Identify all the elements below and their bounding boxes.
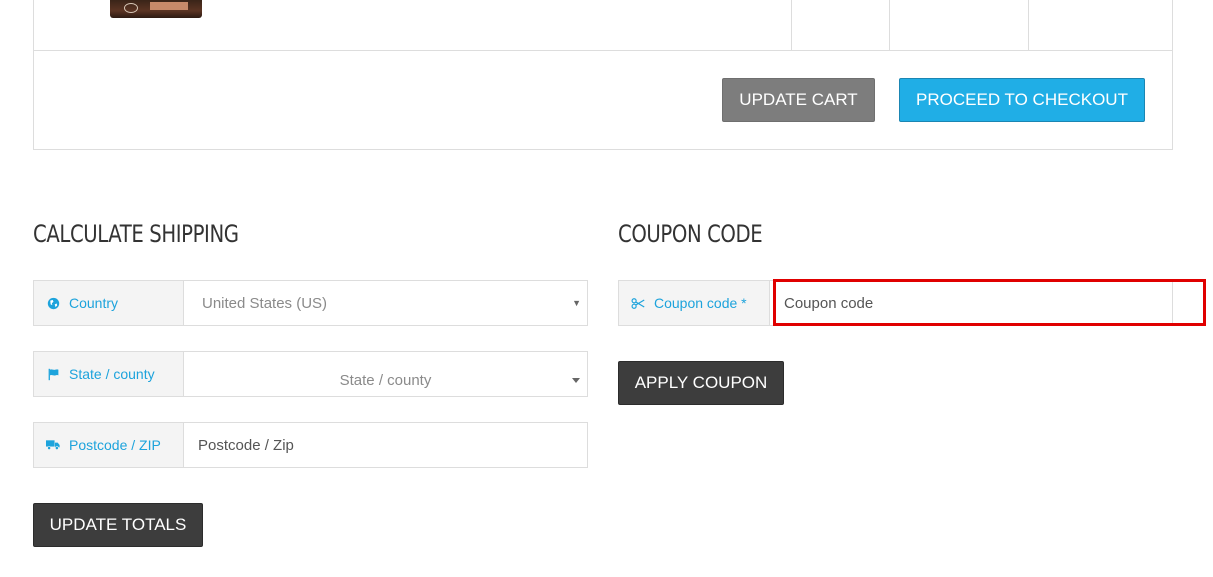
truck-icon [46, 438, 60, 452]
product-label-band [150, 2, 188, 10]
state-select[interactable]: State / county [184, 352, 587, 396]
state-select-value: State / county [339, 372, 432, 389]
calculate-shipping-heading: CALCULATE SHIPPING [33, 220, 239, 248]
proceed-to-checkout-button[interactable]: PROCEED TO CHECKOUT [899, 78, 1145, 122]
flag-icon [46, 367, 60, 381]
table-column-divider [1028, 0, 1029, 50]
chevron-down-icon: ▼ [572, 298, 581, 308]
postcode-input[interactable] [184, 423, 587, 467]
state-label-text: State / county [69, 366, 155, 382]
apply-coupon-button[interactable]: APPLY COUPON [618, 361, 784, 405]
country-label-text: Country [69, 295, 119, 311]
cart-table-row [33, 0, 1173, 51]
coupon-control [770, 281, 1172, 325]
product-thumbnail[interactable] [110, 0, 202, 18]
coupon-code-heading: COUPON CODE [618, 220, 763, 248]
country-label: Country [34, 281, 184, 325]
country-select-value: United States (US) [202, 294, 328, 312]
table-column-divider [791, 0, 792, 50]
state-label: State / county [34, 352, 184, 396]
scissors-icon [631, 296, 645, 310]
caret-down-icon [572, 378, 580, 383]
postcode-control [184, 423, 587, 467]
update-totals-button[interactable]: UPDATE TOTALS [33, 503, 203, 547]
country-select[interactable]: United States (US) ▼ [184, 281, 587, 325]
coupon-label: Coupon code * [619, 281, 770, 325]
update-cart-button[interactable]: UPDATE CART [722, 78, 875, 122]
postcode-label-text: Postcode / ZIP [69, 437, 161, 453]
coupon-label-text: Coupon code * [654, 295, 747, 311]
coupon-field: Coupon code * [618, 280, 1173, 326]
globe-icon [46, 296, 60, 310]
table-column-divider [889, 0, 890, 50]
postcode-label: Postcode / ZIP [34, 423, 184, 467]
coupon-code-input[interactable] [770, 281, 1172, 325]
product-logo-mark [124, 3, 138, 13]
state-field: State / county State / county [33, 351, 588, 397]
postcode-field: Postcode / ZIP [33, 422, 588, 468]
country-field: Country United States (US) ▼ [33, 280, 588, 326]
